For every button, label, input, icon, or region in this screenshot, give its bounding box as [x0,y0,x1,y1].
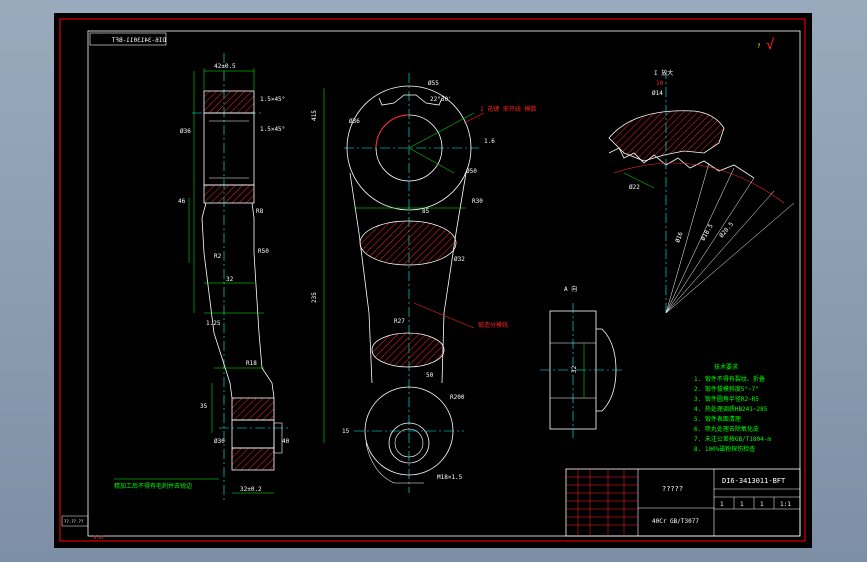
front-dim-6: R30 [472,198,483,205]
side-dim-4: 46 [178,198,186,205]
front-note-mid: 锻造分模线 [478,321,508,329]
sheet-info-2: 1 [760,501,764,508]
detail-view-a: A 向 32 [540,285,622,438]
note-0: 1. 锻件不得有裂纹、折叠 [694,375,765,383]
svg-text:?: ? [757,43,761,50]
spline-dim-5: Ø22 [629,184,640,191]
side-dim-6: R2 [214,253,222,260]
corner-stamp: ??.??.?? [64,519,84,524]
side-dim-8: 32 [226,276,234,283]
note-4: 5. 锻件表面清理 [694,415,741,423]
roughness-mark: √ [766,37,775,53]
sheet-info-3: 1:1 [780,501,791,508]
side-dim-12: Ø30 [214,438,225,445]
side-dim-10: R18 [246,360,257,367]
note-2: 3. 锻件圆角半径R2~R5 [694,395,759,403]
drawing-canvas[interactable]: DI6-3413011-BFT √ ? 42±0.5 1.5×45° 1.5×4… [54,13,812,548]
side-dim-7: R50 [258,248,269,255]
sheet-info-1: 1 [740,501,744,508]
side-dim-11: 35 [200,403,208,410]
title-block: ????? 40Cr GB/T3077 DI6-3413011-BFT 1 1 … [565,468,801,537]
note-1: 2. 锻件拔模斜度5°~7° [694,385,759,393]
side-dim-1: 1.5×45° [260,96,285,103]
front-dim-11: 15 [342,428,350,435]
front-dim-2: 415 [311,110,318,121]
front-dim-0: Ø36 [349,118,360,125]
front-dim-5: Ø32 [454,256,465,263]
spline-dim-2: Ø16 [674,231,684,244]
note-6: 7. 未注公差按GB/T1804-m [694,435,771,443]
side-note-left: 精加工后不得有毛刺并去锐边 [114,482,192,490]
front-dim-13: 22°30' [430,96,452,103]
side-dim-3: Ø36 [180,128,191,135]
notes-title: 技术要求 [714,363,738,371]
spline-detail: I 放大 10 Ø14 Ø16 Ø18.5 Ø20.5 Ø22 [608,69,795,314]
title-block-material: 40Cr GB/T3077 [652,518,699,525]
note-3: 4. 热处理调质HB241~285 [694,405,768,413]
side-dim-2: 1.5×45° [260,126,285,133]
side-dim-13: 40 [282,438,290,445]
note-5: 6. 喷丸处理去除氧化皮 [694,425,759,433]
front-view: Ø36 Ø55 415 85 Ø50 Ø32 R30 235 50 R27 R2… [311,73,536,493]
note-7: 8. 100%磁粉探伤检查 [694,445,755,453]
part-number-mirrored: DI6-3413011-BFT [111,37,166,44]
detail-dim: 32 [571,365,578,373]
side-dim-0: 42±0.5 [214,63,236,70]
side-view: 42±0.5 1.5×45° 1.5×45° Ø36 46 R8 R2 R50 … [114,53,290,503]
spline-dim-0: 10 [656,80,664,87]
spline-label: I 放大 [654,69,673,77]
front-dim-14: 1.6 [484,138,495,145]
technical-notes: 技术要求 1. 锻件不得有裂纹、折叠 2. 锻件拔模斜度5°~7° 3. 锻件圆… [694,363,771,453]
cad-viewer-window: DI6-3413011-BFT √ ? 42±0.5 1.5×45° 1.5×4… [0,0,867,562]
detail-label: A 向 [564,285,577,293]
inner-frame [87,30,801,537]
side-dim-5: R8 [256,208,264,215]
title-block-name: ????? [662,485,683,493]
front-dim-12: M18×1.5 [437,474,463,481]
title-block-part-number: DI6-3413011-BFT [722,477,786,485]
front-dim-1: Ø55 [428,80,439,87]
sheet-info-0: 1 [720,501,724,508]
side-dim-14: 32±0.2 [240,486,262,493]
spline-dim-4: Ø20.5 [718,221,735,240]
side-dim-9: 1.25 [206,320,221,327]
front-note-top: 1 花键 渐开线 模数 [480,105,536,113]
front-dim-4: Ø50 [466,168,477,175]
spline-dim-1: Ø14 [652,90,663,97]
front-dim-3: 85 [422,208,430,215]
front-dim-7: 235 [311,292,318,303]
corner-small: B-03 [94,535,104,540]
front-dim-10: R200 [450,394,465,401]
spline-dim-3: Ø18.5 [700,223,715,242]
engineering-drawing: DI6-3413011-BFT √ ? 42±0.5 1.5×45° 1.5×4… [59,18,806,542]
front-dim-8: 50 [426,372,434,379]
front-dim-9: R27 [394,318,405,325]
